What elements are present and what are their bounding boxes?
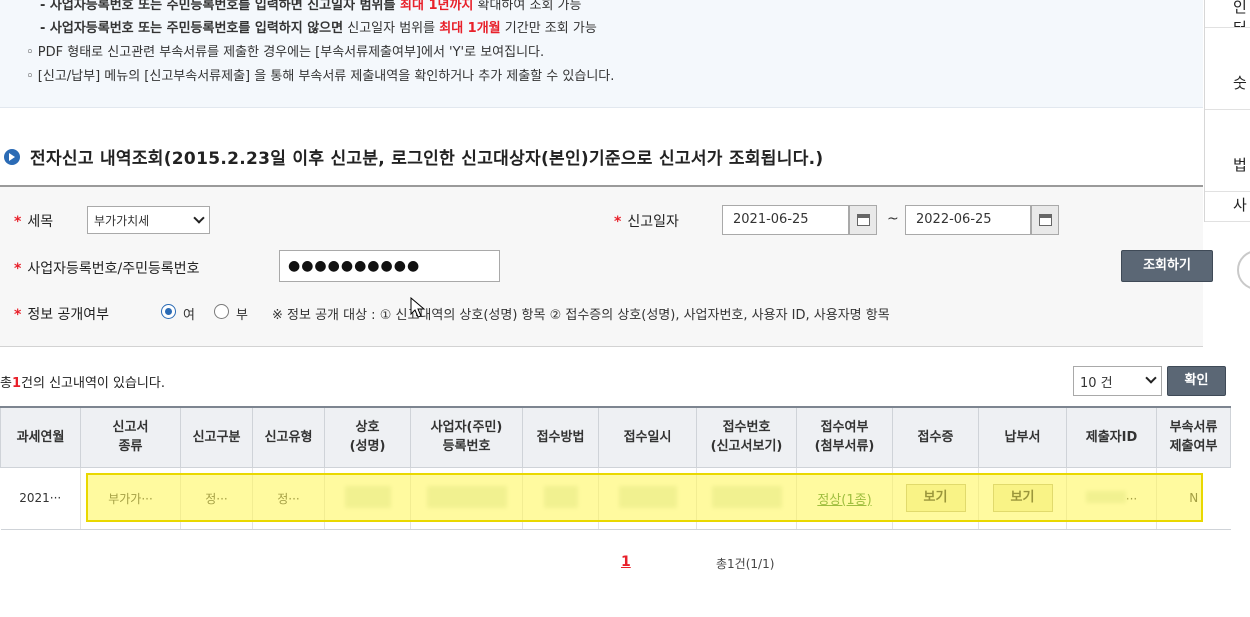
col-header: 접수방법 — [522, 406, 599, 468]
report-history-table: 과세연월 신고서 종류 신고구분 신고유형 상호 (성명) 사업자(주민) 등록… — [0, 406, 1231, 530]
tax-item-select[interactable]: 부가가치세 — [87, 206, 210, 234]
form-type-cell: 부가가··· — [80, 467, 181, 530]
receipt-status-cell: 정상(1종) — [796, 467, 893, 530]
receipt-method-cell — [522, 467, 599, 530]
result-count: 총1건의 신고내역이 있습니다. — [0, 376, 165, 391]
report-class-cell: 정··· — [180, 467, 253, 530]
page-size-select[interactable]: 10 건 — [1073, 366, 1162, 396]
col-header: 사업자(주민) 등록번호 — [410, 406, 523, 468]
page-link-current[interactable]: 1 — [621, 554, 631, 570]
redacted-block — [618, 485, 677, 508]
chevron-down-icon — [1145, 372, 1157, 384]
notice-line-4: ◦ [신고/납부] 메뉴의 [신고부속서류제출] 을 통해 부속서류 제출내역을… — [26, 69, 615, 84]
disclosure-label: * 정보 공개여부 — [14, 307, 110, 323]
receipt-number-cell[interactable] — [696, 467, 797, 530]
redacted-block — [1085, 490, 1126, 503]
disclosure-yes-radio[interactable] — [161, 304, 176, 319]
col-header: 접수여부 (첨부서류) — [796, 406, 893, 468]
col-header: 접수일시 — [598, 406, 697, 468]
notice-line-2: - 사업자등록번호 또는 주민등록번호를 입력하지 않으면 신고일자 범위를 최… — [40, 21, 597, 36]
col-header: 접수증 — [892, 406, 979, 468]
redacted-block — [711, 485, 782, 508]
search-button[interactable]: 조회하기 — [1121, 250, 1213, 282]
report-type-cell: 정··· — [252, 467, 325, 530]
payment-cell: 보기 — [978, 467, 1067, 530]
company-name-cell — [324, 467, 411, 530]
redacted-block — [426, 485, 507, 508]
date-from-input[interactable]: 2021-06-25 — [722, 205, 849, 235]
calendar-icon[interactable] — [849, 205, 877, 235]
disclosure-note: ※ 정보 공개 대상 : ① 신고내역의 상호(성명) 항목 ② 접수증의 상호… — [272, 308, 890, 323]
col-header: 신고서 종류 — [80, 406, 181, 468]
business-id-label: * 사업자등록번호/주민등록번호 — [14, 261, 200, 277]
calendar-icon[interactable] — [1031, 205, 1059, 235]
receipt-status-link[interactable]: 정상(1종) — [817, 493, 871, 508]
notice-line-3: ◦ PDF 형태로 신고관련 부속서류를 제출한 경우에는 [부속서류제출여부]… — [26, 45, 545, 60]
col-header: 신고구분 — [180, 406, 253, 468]
section-title: 전자신고 내역조회(2015.2.23일 이후 신고분, 로그인한 신고대상자(… — [4, 144, 823, 169]
disclosure-no-radio[interactable] — [214, 304, 229, 319]
section-title-text: 전자신고 내역조회(2015.2.23일 이후 신고분, 로그인한 신고대상자(… — [30, 149, 824, 169]
receipt-datetime-cell — [598, 467, 697, 530]
quick-menu-item[interactable]: 인터 — [1205, 0, 1250, 28]
date-to-input[interactable]: 2022-06-25 — [905, 205, 1031, 235]
arrow-bullet-icon — [4, 148, 20, 165]
page-info: 총1건(1/1) — [716, 557, 775, 571]
col-header: 제출자ID — [1066, 406, 1157, 468]
date-separator: ~ — [887, 211, 899, 227]
chevron-down-icon — [193, 212, 205, 224]
col-header: 상호 (성명) — [324, 406, 411, 468]
col-header: 과세연월 — [0, 406, 81, 468]
table-row: 2021··· 부가가··· 정··· 정··· 정상(1종) 보기 보기 ··… — [0, 467, 1231, 530]
redacted-block — [344, 485, 391, 508]
disclosure-no-label: 부 — [236, 308, 248, 323]
col-header: 부속서류 제출여부 — [1156, 406, 1231, 468]
col-header: 접수번호 (신고서보기) — [696, 406, 797, 468]
notice-line-1: - 사업자등록번호 또는 주민등록번호를 입력하면 신고일자 범위를 최대 1년… — [40, 0, 582, 13]
right-quick-menu: 인터 숫 법 사 — [1204, 0, 1250, 222]
tax-item-label: * 세목 — [14, 214, 54, 230]
period-cell: 2021··· — [0, 467, 81, 530]
table-header-row: 과세연월 신고서 종류 신고구분 신고유형 상호 (성명) 사업자(주민) 등록… — [0, 406, 1231, 468]
confirm-button[interactable]: 확인 — [1167, 366, 1226, 396]
redacted-block — [543, 485, 578, 508]
notice-panel: - 사업자등록번호 또는 주민등록번호를 입력하면 신고일자 범위를 최대 1년… — [0, 0, 1203, 108]
view-receipt-button[interactable]: 보기 — [905, 484, 966, 512]
attachment-cell: N — [1156, 467, 1231, 530]
view-payment-button[interactable]: 보기 — [992, 484, 1053, 512]
quick-menu-item[interactable]: 사 — [1205, 192, 1250, 222]
receipt-cell: 보기 — [892, 467, 979, 530]
quick-menu-item[interactable]: 법 — [1205, 110, 1250, 192]
quick-menu-item[interactable]: 숫 — [1205, 28, 1250, 110]
scroll-top-button[interactable] — [1237, 250, 1250, 290]
col-header: 납부서 — [978, 406, 1067, 468]
disclosure-yes-label: 여 — [183, 308, 195, 323]
registration-number-cell — [410, 467, 523, 530]
business-id-input[interactable]: ●●●●●●●●●● — [279, 250, 500, 282]
report-date-label: * 신고일자 — [614, 214, 679, 230]
col-header: 신고유형 — [252, 406, 325, 468]
submitter-id-cell: ··· — [1066, 467, 1157, 530]
